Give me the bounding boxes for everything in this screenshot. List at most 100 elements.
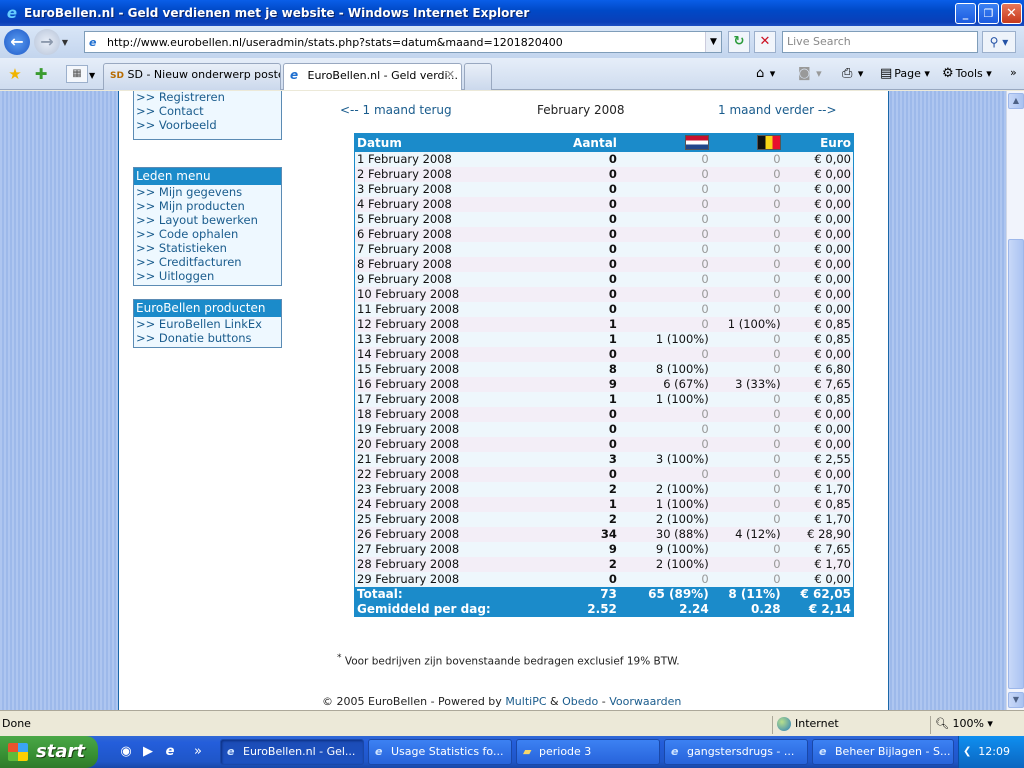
totaal-euro: € 62,05 xyxy=(782,586,854,602)
cell-be: 0 xyxy=(710,541,783,557)
address-bar[interactable]: e http://www.eurobellen.nl/useradmin/sta… xyxy=(84,31,722,53)
new-tab-button[interactable] xyxy=(464,63,492,90)
next-month-link[interactable]: 1 maand verder --> xyxy=(718,103,837,117)
table-row: 19 February 2008 0 0 0 € 0,00 xyxy=(354,421,854,437)
cell-be: 3 (33%) xyxy=(710,376,783,392)
cell-aantal: 0 xyxy=(514,286,619,302)
cell-euro: € 0,00 xyxy=(782,346,854,362)
minimize-button[interactable]: _ xyxy=(955,2,976,24)
page-icon: e xyxy=(89,35,97,49)
copyright-text: © 2005 EuroBellen - Powered by xyxy=(322,695,502,708)
table-row: 27 February 2008 9 9 (100%) 0 € 7,65 xyxy=(354,541,854,557)
link-uitloggen[interactable]: >> Uitloggen xyxy=(134,269,281,283)
link-statistieken[interactable]: >> Statistieken xyxy=(134,241,281,255)
cell-be: 0 xyxy=(710,406,783,422)
cell-be: 0 xyxy=(710,361,783,377)
task-usage-statistics[interactable]: e Usage Statistics fo... xyxy=(368,739,512,765)
cell-date: 10 February 2008 xyxy=(354,286,515,302)
tab-sd-forum[interactable]: SD SD - Nieuw onderwerp posten xyxy=(103,63,281,90)
page-menu[interactable]: ▤ Page ▾ xyxy=(880,66,930,81)
cell-be: 0 xyxy=(710,436,783,452)
task-gangstersdrugs[interactable]: e gangstersdrugs - ... xyxy=(664,739,808,765)
link-mijn-gegevens[interactable]: >> Mijn gegevens xyxy=(134,185,281,199)
prev-month-link[interactable]: <-- 1 maand terug xyxy=(340,103,452,117)
gemiddeld-nl: 2.24 xyxy=(618,601,711,617)
table-row: 13 February 2008 1 1 (100%) 0 € 0,85 xyxy=(354,331,854,347)
start-button[interactable]: start xyxy=(0,736,98,768)
ie-quicklaunch-icon[interactable]: e xyxy=(162,744,178,760)
cell-aantal: 0 xyxy=(514,571,619,587)
link-multipc[interactable]: MultiPC xyxy=(505,695,546,708)
cell-nl: 6 (67%) xyxy=(618,376,711,392)
cell-aantal: 9 xyxy=(514,376,619,392)
link-code-ophalen[interactable]: >> Code ophalen xyxy=(134,227,281,241)
link-registreren[interactable]: >> Registreren xyxy=(134,91,281,104)
cell-be: 0 xyxy=(710,286,783,302)
scroll-down-arrow-icon[interactable]: ▼ xyxy=(1008,692,1024,708)
refresh-button[interactable]: ↻ xyxy=(728,31,750,53)
forward-button[interactable]: → xyxy=(34,29,60,55)
cell-be: 0 xyxy=(710,151,783,167)
link-voorwaarden[interactable]: Voorwaarden xyxy=(609,695,681,708)
cell-be: 0 xyxy=(710,256,783,272)
url-text[interactable]: http://www.eurobellen.nl/useradmin/stats… xyxy=(107,36,705,49)
scroll-thumb[interactable] xyxy=(1008,239,1024,689)
quick-tabs-icon[interactable]: ▦ xyxy=(66,65,88,83)
totaal-row: Totaal: 73 65 (89%) 8 (11%) € 62,05 xyxy=(354,586,854,602)
tools-menu[interactable]: ⚙ Tools ▾ xyxy=(942,66,992,81)
vertical-scrollbar[interactable]: ▲ ▼ xyxy=(1006,91,1024,710)
tab-list-dropdown[interactable]: ▼ xyxy=(89,71,95,80)
cell-date: 8 February 2008 xyxy=(354,256,515,272)
chevron-more-icon[interactable]: » xyxy=(1010,66,1017,79)
cell-be: 0 xyxy=(710,571,783,587)
favorites-star-icon[interactable]: ★ xyxy=(5,64,25,84)
tab-eurobellen[interactable]: e EuroBellen.nl - Geld verdi... ✕ xyxy=(283,63,462,90)
start-label: start xyxy=(36,741,85,762)
cell-be: 0 xyxy=(710,181,783,197)
table-row: 25 February 2008 2 2 (100%) 0 € 1,70 xyxy=(354,511,854,527)
cell-be: 0 xyxy=(710,496,783,512)
stop-button[interactable]: ✕ xyxy=(754,31,776,53)
cell-be: 0 xyxy=(710,166,783,182)
zoom-control[interactable]: 🔍︎ 100% ▾ xyxy=(930,716,993,734)
link-contact[interactable]: >> Contact xyxy=(134,104,281,118)
feeds-button[interactable]: ◙ ▾ xyxy=(798,66,822,81)
back-button[interactable]: ← xyxy=(4,29,30,55)
add-favorite-icon[interactable]: ✚ xyxy=(31,64,51,84)
tab-close-icon[interactable]: ✕ xyxy=(446,68,455,81)
address-dropdown[interactable]: ▼ xyxy=(705,32,721,52)
table-row: 18 February 2008 0 0 0 € 0,00 xyxy=(354,406,854,422)
cell-aantal: 8 xyxy=(514,361,619,377)
link-mijn-producten[interactable]: >> Mijn producten xyxy=(134,199,281,213)
table-row: 24 February 2008 1 1 (100%) 0 € 0,85 xyxy=(354,496,854,512)
cell-aantal: 0 xyxy=(514,436,619,452)
task-periode-3[interactable]: ▰ periode 3 xyxy=(516,739,660,765)
cell-be: 0 xyxy=(710,421,783,437)
link-donatie-buttons[interactable]: >> Donatie buttons xyxy=(134,331,281,345)
history-dropdown[interactable]: ▼ xyxy=(60,38,70,47)
desktop-quicklaunch-icon[interactable]: ◉ xyxy=(118,744,134,760)
quicklaunch-more-icon[interactable]: » xyxy=(190,744,206,760)
security-zone[interactable]: Internet xyxy=(772,716,839,734)
search-icon[interactable]: ⚲ ▾ xyxy=(982,31,1016,53)
link-obedo[interactable]: Obedo xyxy=(562,695,598,708)
home-button[interactable]: ⌂ ▾ xyxy=(756,66,775,81)
scroll-up-arrow-icon[interactable]: ▲ xyxy=(1008,93,1024,109)
restore-button[interactable]: ❐ xyxy=(978,2,999,24)
tray-chevron-icon[interactable]: ❮ xyxy=(963,736,971,768)
task-eurobellen[interactable]: e EuroBellen.nl - Gel... xyxy=(220,739,364,765)
link-linkex[interactable]: >> EuroBellen LinkEx xyxy=(134,317,281,331)
table-row: 28 February 2008 2 2 (100%) 0 € 1,70 xyxy=(354,556,854,572)
cell-euro: € 0,00 xyxy=(782,421,854,437)
media-player-icon[interactable]: ▶ xyxy=(140,744,156,760)
cell-aantal: 3 xyxy=(514,451,619,467)
cell-euro: € 0,00 xyxy=(782,286,854,302)
search-input[interactable]: Live Search xyxy=(782,31,978,53)
link-layout-bewerken[interactable]: >> Layout bewerken xyxy=(134,213,281,227)
task-beheer-bijlagen[interactable]: e Beheer Bijlagen - S... xyxy=(812,739,954,765)
link-voorbeeld[interactable]: >> Voorbeeld xyxy=(134,118,281,132)
table-row: 21 February 2008 3 3 (100%) 0 € 2,55 xyxy=(354,451,854,467)
print-button[interactable]: ⎙ ▾ xyxy=(842,66,863,81)
close-button[interactable]: ✕ xyxy=(1001,2,1022,24)
link-creditfacturen[interactable]: >> Creditfacturen xyxy=(134,255,281,269)
